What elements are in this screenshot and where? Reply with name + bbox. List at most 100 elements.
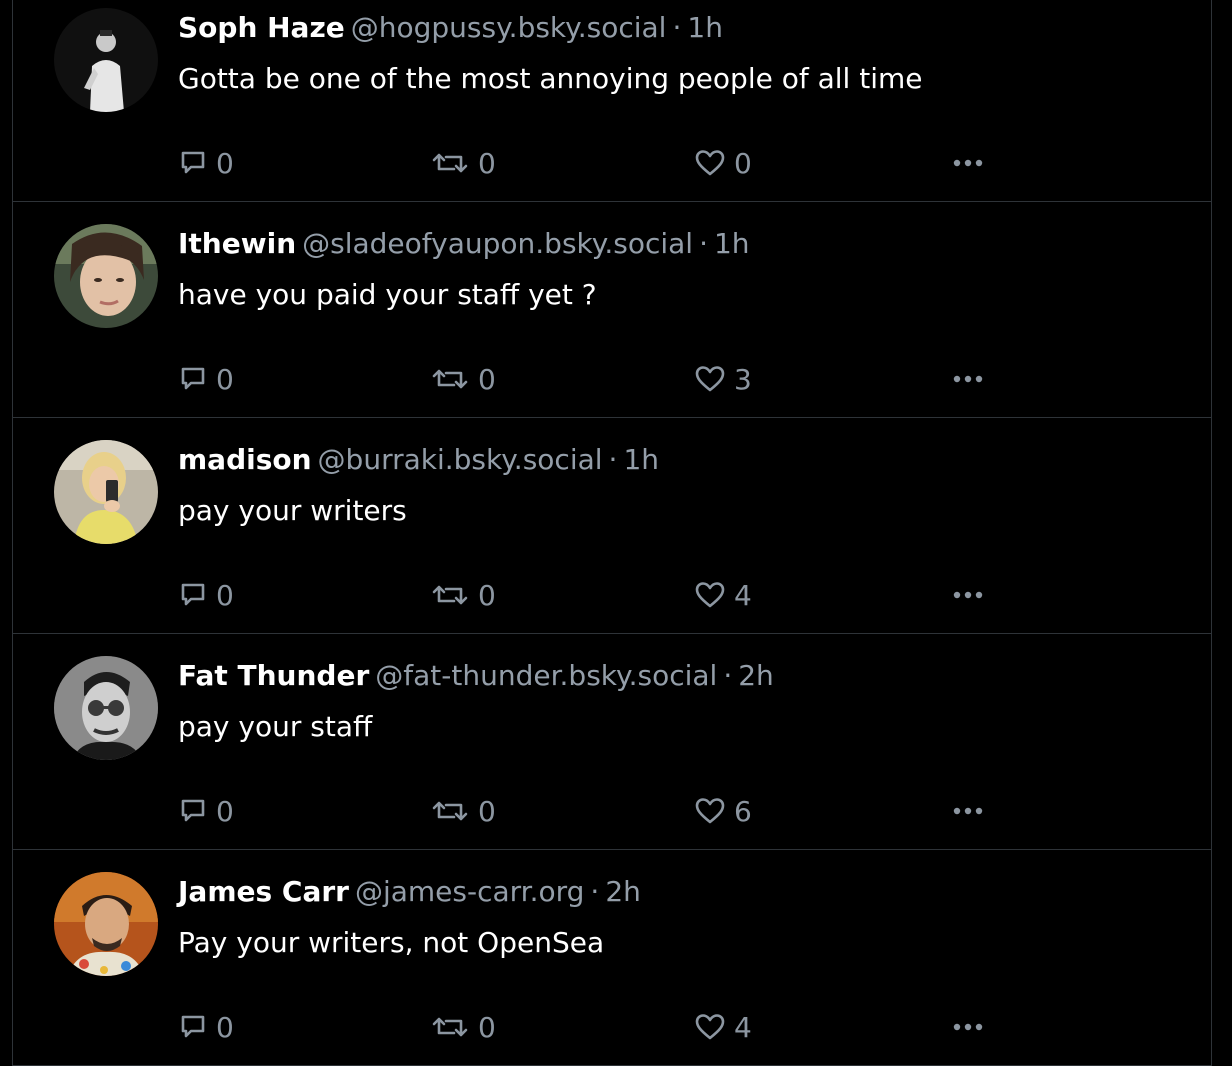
author-handle[interactable]: @fat-thunder.bsky.social bbox=[375, 659, 717, 692]
separator-dot: · bbox=[608, 443, 618, 476]
like-count: 4 bbox=[734, 578, 752, 612]
author-name[interactable]: madison bbox=[178, 443, 312, 476]
repost-count: 0 bbox=[478, 578, 496, 612]
like-button[interactable]: 4 bbox=[694, 1005, 752, 1049]
repost-button[interactable]: 0 bbox=[430, 573, 496, 617]
post-text: Pay your writers, not OpenSea bbox=[178, 926, 605, 959]
post-time[interactable]: 2h bbox=[738, 659, 774, 692]
feed-post[interactable]: madison @burraki.bsky.social · 1h pay your … bbox=[13, 418, 1211, 634]
avatar[interactable] bbox=[54, 656, 158, 760]
more-options-button[interactable] bbox=[951, 141, 993, 185]
more-options-button[interactable] bbox=[951, 573, 993, 617]
repost-count: 0 bbox=[478, 362, 496, 396]
post-header: Fat Thunder @fat-thunder.bsky.social · 2h bbox=[178, 656, 774, 696]
more-options-button[interactable] bbox=[951, 1005, 993, 1049]
heart-outline-icon bbox=[695, 582, 725, 608]
heart-outline-icon bbox=[695, 1014, 725, 1040]
ellipsis-horizontal-icon bbox=[953, 591, 983, 599]
separator-dot: · bbox=[699, 227, 708, 260]
speech-bubble-icon bbox=[181, 367, 205, 390]
post-time[interactable]: 1h bbox=[714, 227, 750, 260]
more-options-button[interactable] bbox=[951, 357, 993, 401]
heart-outline-icon bbox=[695, 366, 725, 392]
author-handle[interactable]: @hogpussy.bsky.social bbox=[351, 11, 667, 44]
separator-dot: · bbox=[723, 659, 733, 692]
speech-bubble-icon bbox=[181, 799, 205, 822]
like-count: 6 bbox=[734, 794, 752, 828]
post-time[interactable]: 1h bbox=[623, 443, 659, 476]
post-feed: Soph Haze @hogpussy.bsky.social · 1h Gotta … bbox=[12, 0, 1212, 1066]
like-button[interactable]: 0 bbox=[694, 141, 752, 185]
post-header: James Carr @james-carr.org · 2h bbox=[178, 872, 641, 912]
reply-button[interactable]: 0 bbox=[178, 1005, 234, 1049]
author-handle[interactable]: @burraki.bsky.social bbox=[318, 443, 603, 476]
post-actions: 0 0 4 bbox=[178, 1005, 998, 1049]
repost-arrows-icon bbox=[432, 801, 468, 821]
repost-arrows-icon bbox=[432, 585, 468, 605]
repost-count: 0 bbox=[478, 146, 496, 180]
author-handle[interactable]: @james-carr.org bbox=[355, 875, 584, 908]
post-text: pay your staff bbox=[178, 710, 373, 743]
speech-bubble-icon bbox=[181, 583, 205, 606]
reply-button[interactable]: 0 bbox=[178, 573, 234, 617]
separator-dot: · bbox=[672, 11, 682, 44]
reply-button[interactable]: 0 bbox=[178, 789, 234, 833]
post-actions: 0 0 3 bbox=[178, 357, 998, 401]
post-actions: 0 0 4 bbox=[178, 573, 998, 617]
post-text: pay your writers bbox=[178, 494, 407, 527]
post-text: have you paid your staff yet ? bbox=[178, 278, 597, 311]
avatar[interactable] bbox=[54, 872, 158, 976]
feed-post[interactable]: Soph Haze @hogpussy.bsky.social · 1h Gotta … bbox=[13, 0, 1211, 202]
author-handle[interactable]: @sladeofyaupon.bsky.social bbox=[302, 227, 693, 260]
post-time[interactable]: 2h bbox=[605, 875, 641, 908]
repost-arrows-icon bbox=[432, 369, 468, 389]
like-button[interactable]: 3 bbox=[694, 357, 752, 401]
post-header: Ithewin @sladeofyaupon.bsky.social · 1h bbox=[178, 224, 750, 264]
author-name[interactable]: Fat Thunder bbox=[178, 659, 369, 692]
ellipsis-horizontal-icon bbox=[953, 807, 983, 815]
repost-count: 0 bbox=[478, 794, 496, 828]
avatar[interactable] bbox=[54, 224, 158, 328]
ellipsis-horizontal-icon bbox=[953, 375, 983, 383]
post-actions: 0 0 0 bbox=[178, 141, 998, 185]
repost-button[interactable]: 0 bbox=[430, 357, 496, 401]
feed-post[interactable]: Ithewin @sladeofyaupon.bsky.social · 1h hav… bbox=[13, 202, 1211, 418]
reply-button[interactable]: 0 bbox=[178, 357, 234, 401]
reply-count: 0 bbox=[216, 578, 234, 612]
author-name[interactable]: Ithewin bbox=[178, 227, 296, 260]
avatar[interactable] bbox=[54, 440, 158, 544]
reply-count: 0 bbox=[216, 362, 234, 396]
repost-button[interactable]: 0 bbox=[430, 1005, 496, 1049]
avatar[interactable] bbox=[54, 8, 158, 112]
repost-button[interactable]: 0 bbox=[430, 141, 496, 185]
speech-bubble-icon bbox=[181, 151, 205, 174]
post-text: Gotta be one of the most annoying people… bbox=[178, 62, 923, 95]
post-header: madison @burraki.bsky.social · 1h bbox=[178, 440, 659, 480]
post-actions: 0 0 6 bbox=[178, 789, 998, 833]
like-count: 0 bbox=[734, 146, 752, 180]
reply-count: 0 bbox=[216, 146, 234, 180]
reply-count: 0 bbox=[216, 794, 234, 828]
repost-button[interactable]: 0 bbox=[430, 789, 496, 833]
speech-bubble-icon bbox=[181, 1015, 205, 1038]
post-time[interactable]: 1h bbox=[687, 11, 723, 44]
more-options-button[interactable] bbox=[951, 789, 993, 833]
feed-post[interactable]: Fat Thunder @fat-thunder.bsky.social · 2h p… bbox=[13, 634, 1211, 850]
author-name[interactable]: James Carr bbox=[178, 875, 349, 908]
reply-button[interactable]: 0 bbox=[178, 141, 234, 185]
like-count: 3 bbox=[734, 362, 752, 396]
ellipsis-horizontal-icon bbox=[953, 1023, 983, 1031]
like-count: 4 bbox=[734, 1010, 752, 1044]
heart-outline-icon bbox=[695, 150, 725, 176]
separator-dot: · bbox=[590, 875, 600, 908]
like-button[interactable]: 6 bbox=[694, 789, 752, 833]
feed-post[interactable]: James Carr @james-carr.org · 2h Pay your wr… bbox=[13, 850, 1211, 1066]
author-name[interactable]: Soph Haze bbox=[178, 11, 345, 44]
repost-arrows-icon bbox=[432, 1017, 468, 1037]
reply-count: 0 bbox=[216, 1010, 234, 1044]
repost-arrows-icon bbox=[432, 153, 468, 173]
repost-count: 0 bbox=[478, 1010, 496, 1044]
like-button[interactable]: 4 bbox=[694, 573, 752, 617]
heart-outline-icon bbox=[695, 798, 725, 824]
ellipsis-horizontal-icon bbox=[953, 159, 983, 167]
